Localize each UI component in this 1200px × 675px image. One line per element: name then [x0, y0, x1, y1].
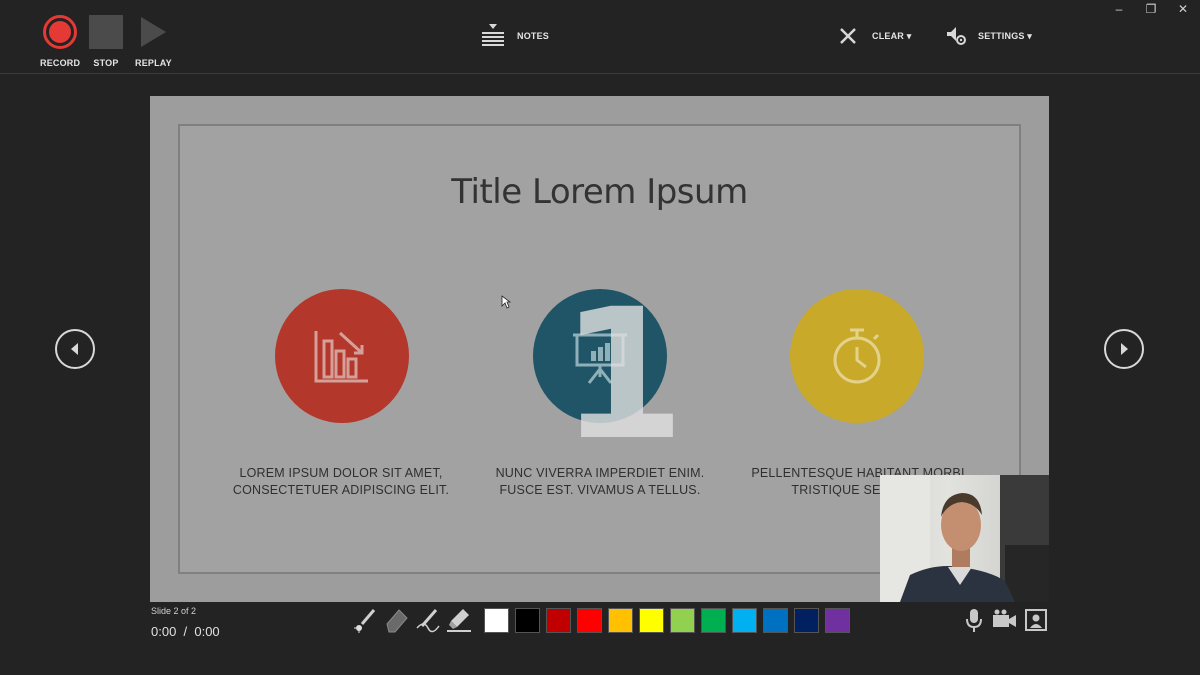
- eraser-icon: [386, 609, 408, 633]
- speaker-gear-icon: [947, 27, 966, 45]
- previous-slide-button[interactable]: [55, 329, 95, 369]
- pen-color-swatch[interactable]: [763, 608, 788, 633]
- play-icon: [141, 17, 167, 47]
- settings-button[interactable]: SETTINGS ▾: [945, 26, 1032, 46]
- pen-icon: [416, 609, 440, 633]
- ink-overlay-number: 1: [560, 271, 686, 480]
- clear-button[interactable]: CLEAR ▾: [838, 26, 911, 46]
- caption-1-line1: LOREM IPSUM DOLOR SIT AMET,: [239, 466, 443, 480]
- microphone-toggle[interactable]: [960, 606, 988, 634]
- microphone-icon: [966, 609, 982, 632]
- restore-button[interactable]: ❐: [1141, 2, 1161, 16]
- pen-color-swatch[interactable]: [484, 608, 509, 633]
- stop-button[interactable]: STOP: [89, 15, 123, 68]
- caption-1: LOREM IPSUM DOLOR SIT AMET, CONSECTETUER…: [221, 465, 461, 499]
- notes-icon: [482, 24, 504, 46]
- settings-label: SETTINGS ▾: [978, 30, 1033, 41]
- pen-color-swatch[interactable]: [546, 608, 571, 633]
- stopwatch-circle: [790, 289, 924, 423]
- laser-pointer-tool[interactable]: [352, 606, 380, 634]
- mouse-cursor-icon: [501, 295, 511, 309]
- clear-x-icon: [840, 28, 856, 44]
- record-label: RECORD: [40, 58, 81, 68]
- caption-2-line2: FUSCE EST. VIVAMUS A TELLUS.: [499, 483, 701, 497]
- recording-timer: 0:00 / 0:00: [151, 624, 220, 639]
- camera-preview-toggle[interactable]: [1022, 606, 1050, 634]
- pen-color-swatch[interactable]: [794, 608, 819, 633]
- minimize-button[interactable]: –: [1109, 2, 1129, 16]
- pen-color-swatch[interactable]: [639, 608, 664, 633]
- next-slide-button[interactable]: [1104, 329, 1144, 369]
- replay-label: REPLAY: [135, 58, 172, 68]
- webcam-preview[interactable]: [880, 475, 1049, 602]
- record-button[interactable]: RECORD: [40, 15, 80, 68]
- bar-chart-down-icon: [314, 331, 368, 383]
- replay-button[interactable]: REPLAY: [135, 15, 172, 68]
- pen-color-swatch[interactable]: [608, 608, 633, 633]
- caption-2: NUNC VIVERRA IMPERDIET ENIM. FUSCE EST. …: [480, 465, 720, 499]
- highlighter-icon: [447, 609, 471, 632]
- stop-label: STOP: [93, 58, 119, 68]
- eraser-tool[interactable]: [383, 606, 411, 634]
- clear-label: CLEAR ▾: [872, 30, 912, 41]
- pen-color-swatch[interactable]: [515, 608, 540, 633]
- pen-tool[interactable]: [414, 606, 442, 634]
- highlighter-tool[interactable]: [445, 606, 473, 634]
- caption-1-line2: CONSECTETUER ADIPISCING ELIT.: [232, 483, 450, 497]
- camera-feed-image: [880, 475, 1049, 602]
- laser-pointer-icon: [354, 609, 376, 633]
- caption-2-line1: NUNC VIVERRA IMPERDIET ENIM.: [495, 466, 705, 480]
- toolbar-divider: [0, 73, 1200, 74]
- pen-color-swatch[interactable]: [732, 608, 757, 633]
- pen-color-swatch[interactable]: [701, 608, 726, 633]
- video-camera-icon: [993, 609, 1016, 627]
- pen-color-swatch[interactable]: [825, 608, 850, 633]
- camera-toggle[interactable]: [990, 606, 1018, 634]
- stop-icon: [89, 15, 123, 49]
- record-icon: [43, 15, 78, 49]
- person-frame-icon: [1025, 609, 1047, 631]
- slide-title: Title Lorem Ipsum: [451, 172, 748, 212]
- notes-button[interactable]: NOTES: [480, 24, 549, 48]
- pen-color-swatch[interactable]: [577, 608, 602, 633]
- chevron-right-icon: [1121, 343, 1128, 355]
- notes-label: NOTES: [517, 31, 550, 41]
- chart-circle: [275, 289, 409, 423]
- close-window-button[interactable]: ✕: [1173, 2, 1193, 16]
- chevron-left-icon: [71, 343, 78, 355]
- stopwatch-icon: [833, 328, 881, 384]
- pen-color-swatch[interactable]: [670, 608, 695, 633]
- slide-counter: Slide 2 of 2: [151, 606, 197, 616]
